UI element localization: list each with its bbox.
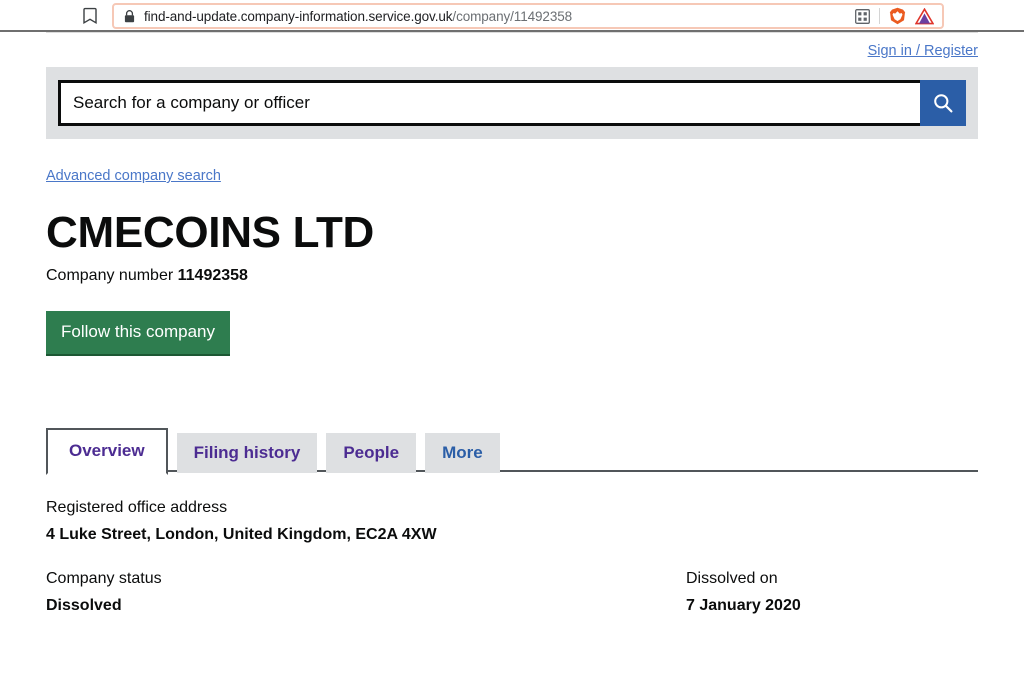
address-bar[interactable]: find-and-update.company-information.serv… — [112, 3, 944, 29]
toolbar-divider — [879, 8, 880, 24]
search-bar — [46, 67, 978, 139]
tab-list: Overview Filing history People More — [46, 428, 978, 475]
registered-office-address-label: Registered office address — [46, 499, 228, 517]
dissolved-on-value: 7 January 2020 — [686, 597, 801, 615]
sign-in-register-link[interactable]: Sign in / Register — [868, 43, 978, 59]
lock-icon — [124, 9, 135, 22]
browser-toolbar: find-and-update.company-information.serv… — [0, 0, 1024, 32]
follow-company-button[interactable]: Follow this company — [46, 311, 231, 357]
url-path: /company/11492358 — [452, 8, 573, 24]
company-number-value: 11492358 — [177, 267, 248, 285]
company-number: Company number 11492358 — [46, 267, 978, 285]
dissolved-on-block: Dissolved on 7 January 2020 — [686, 570, 978, 615]
tab-more[interactable]: More — [425, 433, 500, 473]
search-button[interactable] — [920, 80, 966, 126]
bookmark-icon[interactable] — [82, 7, 98, 25]
brave-shield-icon[interactable] — [889, 7, 906, 25]
search-icon — [934, 94, 953, 113]
search-input[interactable] — [58, 80, 920, 126]
extension-triangle-icon[interactable] — [915, 7, 934, 25]
page-body: Sign in / Register Advanced company sear… — [0, 32, 1024, 684]
tab-filing-history[interactable]: Filing history — [176, 433, 318, 473]
company-status-label: Company status — [46, 570, 162, 588]
advanced-company-search-link[interactable]: Advanced company search — [46, 168, 221, 184]
tab-overview[interactable]: Overview — [46, 428, 168, 475]
qr-code-icon[interactable] — [855, 8, 870, 24]
company-tabs: Overview Filing history People More — [46, 428, 978, 475]
registered-office-address-block: Registered office address 4 Luke Street,… — [46, 499, 978, 544]
dissolved-on-label: Dissolved on — [686, 570, 778, 588]
url-domain: find-and-update.company-information.serv… — [144, 8, 453, 24]
status-row: Company status Dissolved Dissolved on 7 … — [46, 570, 978, 615]
url-text: find-and-update.company-information.serv… — [144, 9, 855, 24]
company-status-value: Dissolved — [46, 597, 122, 615]
tab-people[interactable]: People — [326, 433, 417, 473]
page-container: Sign in / Register Advanced company sear… — [46, 33, 978, 615]
company-details: Registered office address 4 Luke Street,… — [46, 472, 978, 615]
company-number-label: Company number — [46, 267, 174, 285]
address-bar-actions — [855, 7, 934, 25]
advanced-search-row: Advanced company search — [46, 139, 978, 185]
signin-row: Sign in / Register — [46, 33, 978, 67]
company-status-block: Company status Dissolved — [46, 570, 686, 615]
registered-office-address-value: 4 Luke Street, London, United Kingdom, E… — [46, 526, 437, 544]
page-title: CMECOINS LTD — [46, 208, 375, 257]
